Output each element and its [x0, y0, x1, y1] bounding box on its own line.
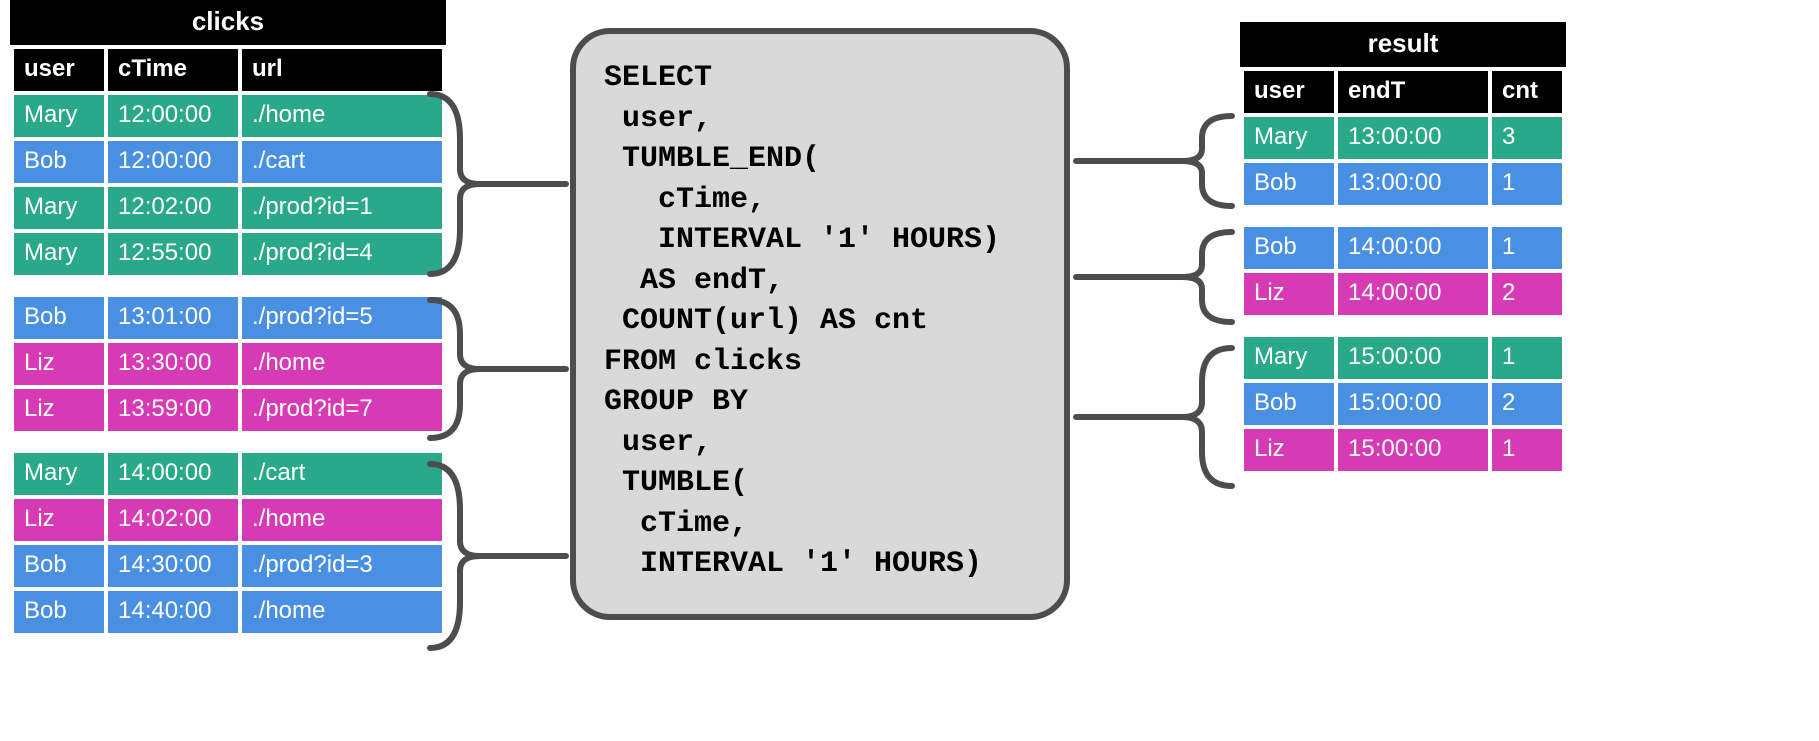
- table-row: Liz13:30:00./home: [14, 343, 442, 385]
- table-row: Bob14:40:00./home: [14, 591, 442, 633]
- brace-right-2: [1182, 232, 1232, 322]
- clicks-col-ctime: cTime: [108, 49, 238, 91]
- cell: Liz: [1244, 273, 1334, 315]
- table-row: Mary14:00:00./cart: [14, 453, 442, 495]
- cell: 1: [1492, 337, 1562, 379]
- cell: ./home: [242, 499, 442, 541]
- table-row: Liz13:59:00./prod?id=7: [14, 389, 442, 431]
- table-row: Mary15:00:001: [1244, 337, 1562, 379]
- cell: ./prod?id=7: [242, 389, 442, 431]
- cell: Bob: [14, 297, 104, 339]
- cell: 13:59:00: [108, 389, 238, 431]
- cell: 14:00:00: [1338, 273, 1488, 315]
- cell: 12:00:00: [108, 95, 238, 137]
- cell: 14:30:00: [108, 545, 238, 587]
- table-row: Bob14:00:001: [1244, 227, 1562, 269]
- table-row: Mary12:55:00./prod?id=4: [14, 233, 442, 275]
- cell: ./cart: [242, 141, 442, 183]
- cell: 1: [1492, 227, 1562, 269]
- table-row: Bob12:00:00./cart: [14, 141, 442, 183]
- cell: ./prod?id=3: [242, 545, 442, 587]
- cell: Liz: [14, 499, 104, 541]
- cell: ./home: [242, 591, 442, 633]
- cell: 2: [1492, 273, 1562, 315]
- table-row: Mary12:00:00./home: [14, 95, 442, 137]
- result-col-endt: endT: [1338, 71, 1488, 113]
- cell: Mary: [14, 233, 104, 275]
- cell: Mary: [1244, 117, 1334, 159]
- diagram-stage: clicks user cTime url Mary12:00:00./home…: [0, 0, 1819, 741]
- cell: 15:00:00: [1338, 429, 1488, 471]
- cell: Liz: [1244, 429, 1334, 471]
- cell: 3: [1492, 117, 1562, 159]
- group-gap: [1244, 209, 1562, 223]
- cell: Mary: [14, 95, 104, 137]
- cell: 13:00:00: [1338, 117, 1488, 159]
- cell: ./prod?id=4: [242, 233, 442, 275]
- cell: 15:00:00: [1338, 337, 1488, 379]
- cell: 12:00:00: [108, 141, 238, 183]
- cell: Mary: [1244, 337, 1334, 379]
- result-table: result user endT cnt Mary13:00:003Bob13:…: [1240, 22, 1566, 475]
- sql-code: SELECT user, TUMBLE_END( cTime, INTERVAL…: [604, 58, 1040, 585]
- cell: 14:00:00: [1338, 227, 1488, 269]
- cell: Liz: [14, 389, 104, 431]
- result-title: result: [1240, 22, 1566, 67]
- cell: 13:30:00: [108, 343, 238, 385]
- group-gap: [14, 279, 442, 293]
- brace-right-1: [1182, 116, 1232, 206]
- cell: ./prod?id=5: [242, 297, 442, 339]
- clicks-table: clicks user cTime url Mary12:00:00./home…: [10, 0, 446, 637]
- cell: Liz: [14, 343, 104, 385]
- cell: 13:00:00: [1338, 163, 1488, 205]
- cell: ./home: [242, 95, 442, 137]
- cell: Bob: [14, 141, 104, 183]
- group-gap: [1244, 319, 1562, 333]
- result-col-cnt: cnt: [1492, 71, 1562, 113]
- table-row: Liz14:00:002: [1244, 273, 1562, 315]
- table-row: Bob14:30:00./prod?id=3: [14, 545, 442, 587]
- cell: 14:02:00: [108, 499, 238, 541]
- table-row: Bob13:01:00./prod?id=5: [14, 297, 442, 339]
- cell: Bob: [1244, 383, 1334, 425]
- cell: Bob: [14, 591, 104, 633]
- cell: 1: [1492, 163, 1562, 205]
- cell: ./home: [242, 343, 442, 385]
- cell: 2: [1492, 383, 1562, 425]
- cell: 14:40:00: [108, 591, 238, 633]
- cell: Mary: [14, 187, 104, 229]
- cell: Mary: [14, 453, 104, 495]
- brace-right-3: [1182, 348, 1232, 486]
- cell: Bob: [14, 545, 104, 587]
- table-row: Mary12:02:00./prod?id=1: [14, 187, 442, 229]
- table-row: Bob13:00:001: [1244, 163, 1562, 205]
- cell: 15:00:00: [1338, 383, 1488, 425]
- cell: ./prod?id=1: [242, 187, 442, 229]
- clicks-col-url: url: [242, 49, 442, 91]
- cell: Bob: [1244, 163, 1334, 205]
- table-row: Mary13:00:003: [1244, 117, 1562, 159]
- group-gap: [14, 435, 442, 449]
- cell: 12:55:00: [108, 233, 238, 275]
- cell: 12:02:00: [108, 187, 238, 229]
- clicks-col-user: user: [14, 49, 104, 91]
- result-col-user: user: [1244, 71, 1334, 113]
- cell: 13:01:00: [108, 297, 238, 339]
- table-row: Liz14:02:00./home: [14, 499, 442, 541]
- table-row: Bob15:00:002: [1244, 383, 1562, 425]
- clicks-title: clicks: [10, 0, 446, 45]
- cell: 1: [1492, 429, 1562, 471]
- cell: Bob: [1244, 227, 1334, 269]
- cell: 14:00:00: [108, 453, 238, 495]
- cell: ./cart: [242, 453, 442, 495]
- sql-box: SELECT user, TUMBLE_END( cTime, INTERVAL…: [570, 28, 1070, 620]
- table-row: Liz15:00:001: [1244, 429, 1562, 471]
